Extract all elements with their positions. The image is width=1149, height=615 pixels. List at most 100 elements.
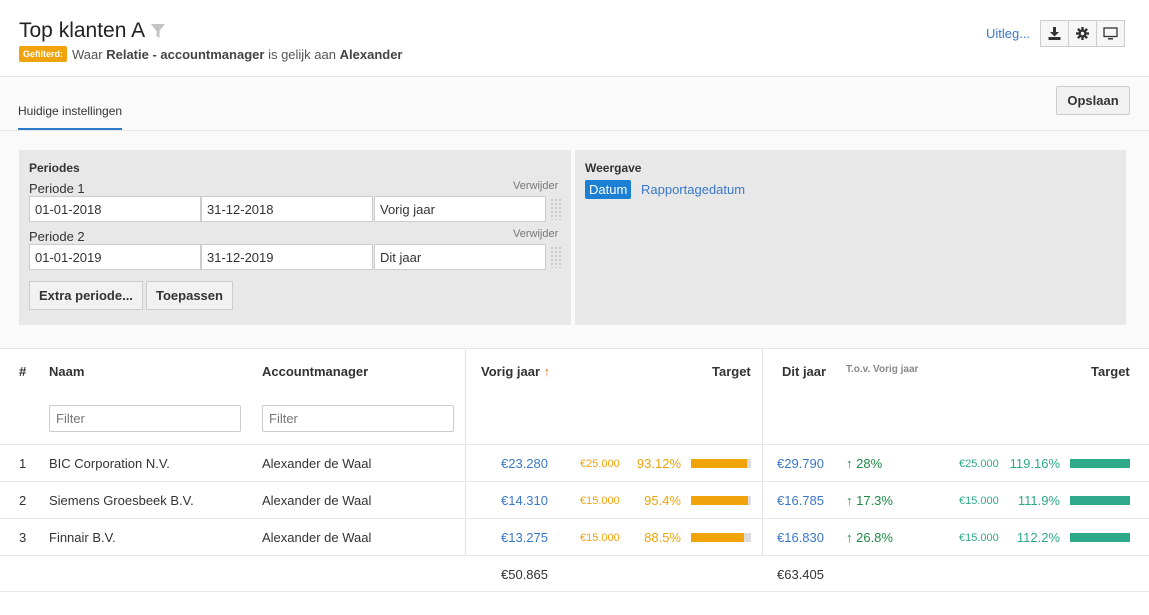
prev-progress-bar (691, 533, 751, 542)
curr-progress-bar-fill (1070, 496, 1130, 505)
monitor-icon (1103, 27, 1118, 40)
page-title-wrap: Top klanten A (19, 19, 166, 43)
report-header: Top klanten A Gefilterd: Waar Relatie - … (0, 0, 1149, 77)
curr-progress-bar (1070, 459, 1130, 468)
header-icon-buttons (1040, 20, 1125, 47)
table-row[interactable]: 3 Finnair B.V. Alexander de Waal €13.275 €15… (0, 518, 1149, 555)
period-2-label: Periode 2 (29, 229, 85, 244)
prev-progress-bar-fill (691, 459, 747, 468)
header-prev-year-label: Vorig jaar (481, 364, 541, 379)
row-prev-year[interactable]: €23.280 (501, 456, 548, 471)
row-num: 3 (19, 530, 27, 545)
header-prev-year[interactable]: Vorig jaar ↑ (481, 364, 550, 379)
name-filter-input[interactable] (49, 405, 241, 432)
row-name[interactable]: Siemens Groesbeek B.V. (49, 493, 194, 508)
header-num: # (19, 364, 27, 379)
filtered-badge: Gefilterd: (19, 46, 68, 62)
period-1-name-input[interactable] (374, 196, 546, 222)
row-prev-target: €25.000 (580, 458, 620, 470)
row-curr-year[interactable]: €16.830 (777, 530, 824, 545)
display-option-date[interactable]: Datum (585, 180, 632, 199)
row-num: 1 (19, 456, 27, 471)
row-curr-percent: 112.2% (1016, 530, 1060, 545)
help-link[interactable]: Uitleg... (986, 26, 1030, 41)
display-option-report-date[interactable]: Rapportagedatum (641, 182, 745, 197)
page-title: Top klanten A (19, 19, 146, 42)
table-row[interactable]: 2 Siemens Groesbeek B.V. Alexander de Waal… (0, 481, 1149, 518)
row-curr-target: €25.000 (959, 458, 999, 470)
header-curr-target[interactable]: Target (1091, 364, 1130, 379)
save-button[interactable]: Opslaan (1056, 86, 1130, 115)
filter-funnel-icon[interactable] (151, 23, 166, 39)
row-change: ↑ 17.3% (846, 493, 893, 508)
prev-progress-bar-fill (691, 533, 745, 542)
filter-field: Relatie - accountmanager (106, 46, 265, 62)
period-1-label: Periode 1 (29, 181, 85, 196)
row-prev-target: €15.000 (580, 495, 620, 507)
filter-text-prefix: Waar (72, 46, 103, 62)
curr-progress-bar-fill (1070, 533, 1130, 542)
row-curr-year[interactable]: €29.790 (777, 456, 824, 471)
header-vs-prev-year[interactable]: T.o.v. Vorig jaar (846, 364, 918, 375)
manager-filter-input[interactable] (262, 405, 454, 432)
download-icon (1048, 27, 1061, 40)
row-curr-percent: 119.16% (1009, 456, 1060, 471)
row-manager: Alexander de Waal (262, 456, 372, 471)
row-change: ↑ 26.8% (846, 530, 893, 545)
row-change: ↑ 28% (846, 456, 883, 471)
tabs-bar: Huidige instellingen Opslaan (0, 77, 1149, 131)
filter-value: Alexander (339, 46, 403, 62)
prev-progress-bar (691, 496, 751, 505)
settings-area: Periodes Periode 1 Verwijder Periode 2 V… (0, 131, 1149, 349)
period-2-remove-link[interactable]: Verwijder (513, 228, 558, 240)
total-curr-year: €63.405 (777, 567, 824, 582)
gear-icon (1076, 27, 1089, 40)
row-prev-year[interactable]: €13.275 (501, 530, 548, 545)
row-prev-year[interactable]: €14.310 (501, 493, 548, 508)
periods-title: Periodes (29, 161, 80, 175)
curr-progress-bar-fill (1070, 459, 1130, 468)
row-curr-year[interactable]: €16.785 (777, 493, 824, 508)
row-manager: Alexander de Waal (262, 530, 372, 545)
row-prev-percent: 88.5% (644, 530, 681, 545)
period-2-start-input[interactable] (29, 244, 201, 270)
period-2-end-input[interactable] (201, 244, 373, 270)
row-prev-target: €15.000 (580, 532, 620, 544)
tab-current-settings[interactable]: Huidige instellingen (18, 104, 123, 130)
totals-row: €50.865 €63.405 (0, 555, 1149, 592)
row-name[interactable]: Finnair B.V. (49, 530, 116, 545)
row-prev-percent: 93.12% (636, 456, 681, 471)
table-row[interactable]: 1 BIC Corporation N.V. Alexander de Waal €2… (0, 444, 1149, 481)
display-panel: Weergave Datum Rapportagedatum (575, 150, 1126, 325)
total-prev-year: €50.865 (501, 567, 548, 582)
period-1-drag-handle[interactable] (550, 198, 562, 220)
header-manager[interactable]: Accountmanager (262, 364, 368, 379)
prev-progress-bar-fill (691, 496, 749, 505)
period-2-name-input[interactable] (374, 244, 546, 270)
prev-progress-bar (691, 459, 751, 468)
curr-progress-bar (1070, 496, 1130, 505)
header-name[interactable]: Naam (49, 364, 84, 379)
sort-ascending-icon: ↑ (543, 364, 551, 379)
apply-button[interactable]: Toepassen (146, 281, 233, 310)
period-1-remove-link[interactable]: Verwijder (513, 180, 558, 192)
periods-panel: Periodes Periode 1 Verwijder Periode 2 V… (19, 150, 571, 325)
download-button[interactable] (1040, 20, 1069, 47)
row-name[interactable]: BIC Corporation N.V. (49, 456, 170, 471)
header-curr-year[interactable]: Dit jaar (782, 364, 826, 379)
extra-period-button[interactable]: Extra periode... (29, 281, 143, 310)
row-prev-percent: 95.4% (644, 493, 681, 508)
period-1-end-input[interactable] (201, 196, 373, 222)
presentation-button[interactable] (1096, 20, 1125, 47)
row-manager: Alexander de Waal (262, 493, 372, 508)
settings-button[interactable] (1068, 20, 1097, 47)
header-prev-target[interactable]: Target (712, 364, 751, 379)
period-1-start-input[interactable] (29, 196, 201, 222)
row-curr-target: €15.000 (959, 495, 999, 507)
row-num: 2 (19, 493, 27, 508)
display-title: Weergave (585, 161, 642, 175)
active-filter-line: Gefilterd: Waar Relatie - accountmanager… (19, 46, 403, 62)
period-2-drag-handle[interactable] (550, 246, 562, 268)
curr-progress-bar (1070, 533, 1130, 542)
filter-operator: is gelijk aan (268, 46, 336, 62)
